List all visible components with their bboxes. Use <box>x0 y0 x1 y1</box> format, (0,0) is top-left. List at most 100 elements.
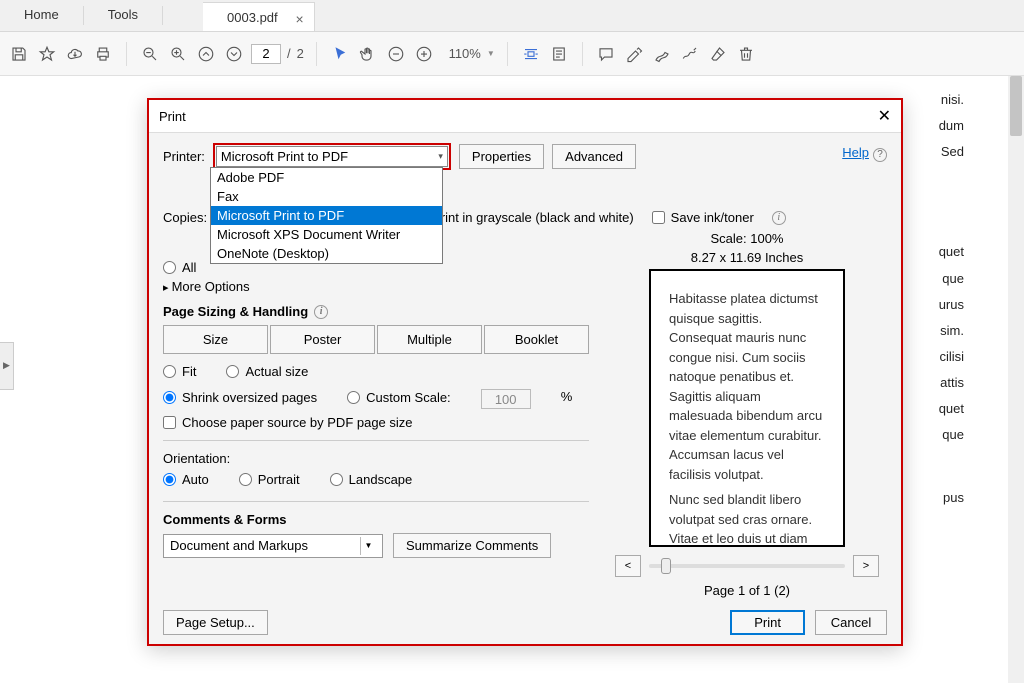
info-icon[interactable]: i <box>314 305 328 319</box>
fit-radio[interactable]: Fit <box>163 364 196 379</box>
chevron-down-icon: ▾ <box>438 151 443 162</box>
custom-scale-input[interactable] <box>481 389 531 409</box>
divider <box>163 501 589 502</box>
comment-icon[interactable] <box>595 43 617 65</box>
slider-thumb[interactable] <box>661 558 671 574</box>
page-up-icon[interactable] <box>195 43 217 65</box>
preview-slider[interactable] <box>649 564 845 568</box>
preview-page-thumbnail: Habitasse platea dictumst quisque sagitt… <box>649 269 845 547</box>
zoom-minus-icon[interactable] <box>385 43 407 65</box>
save-icon[interactable] <box>8 43 30 65</box>
scrollbar-thumb[interactable] <box>1010 76 1022 136</box>
zoom-out-icon[interactable] <box>139 43 161 65</box>
custom-label: Custom Scale: <box>366 390 451 405</box>
custom-scale-radio[interactable]: Custom Scale: <box>347 389 451 405</box>
zoom-plus-icon[interactable] <box>413 43 435 65</box>
tab-home[interactable]: Home <box>0 0 83 31</box>
printer-option[interactable]: Microsoft XPS Document Writer <box>211 225 442 244</box>
all-pages-label: All <box>182 260 196 275</box>
tab-tools[interactable]: Tools <box>84 0 162 31</box>
printer-option[interactable]: Adobe PDF <box>211 168 442 187</box>
preview-next-button[interactable]: > <box>853 555 879 577</box>
size-tab[interactable]: Size <box>163 325 268 354</box>
print-button[interactable]: Print <box>730 610 805 635</box>
orientation-landscape-radio[interactable]: Landscape <box>330 472 413 487</box>
printer-selected-value: Microsoft Print to PDF <box>221 149 348 164</box>
printer-dropdown-list: Adobe PDF Fax Microsoft Print to PDF Mic… <box>210 167 443 264</box>
percent-label: % <box>561 389 573 409</box>
advanced-button[interactable]: Advanced <box>552 144 636 169</box>
printer-select-highlight: Microsoft Print to PDF ▾ <box>213 143 451 170</box>
orientation-portrait-radio[interactable]: Portrait <box>239 472 300 487</box>
print-dialog: Print ✕ Printer: Microsoft Print to PDF … <box>147 98 903 646</box>
draw-icon[interactable] <box>651 43 673 65</box>
zoom-in-icon[interactable] <box>167 43 189 65</box>
preview-dimensions: 8.27 x 11.69 Inches <box>607 250 887 265</box>
dialog-close-button[interactable]: ✕ <box>878 106 891 126</box>
toolbar-separator <box>126 42 127 66</box>
save-ink-label: Save ink/toner <box>671 210 754 225</box>
grayscale-checkbox[interactable]: Print in grayscale (black and white) <box>413 210 634 225</box>
portrait-label: Portrait <box>258 472 300 487</box>
comments-combo[interactable]: Document and Markups ▼ <box>163 534 383 558</box>
page-down-icon[interactable] <box>223 43 245 65</box>
page-navigation: / 2 <box>195 43 304 65</box>
preview-scale: Scale: 100% <box>607 231 887 246</box>
poster-tab[interactable]: Poster <box>270 325 375 354</box>
printer-option[interactable]: OneNote (Desktop) <box>211 244 442 263</box>
shrink-radio[interactable]: Shrink oversized pages <box>163 389 317 405</box>
summarize-comments-button[interactable]: Summarize Comments <box>393 533 551 558</box>
preview-page-of: Page 1 of 1 (2) <box>607 583 887 598</box>
delete-icon[interactable] <box>735 43 757 65</box>
cancel-button[interactable]: Cancel <box>815 610 887 635</box>
orientation-auto-radio[interactable]: Auto <box>163 472 209 487</box>
tabs-bar: Home Tools 0003.pdf × <box>0 0 1024 32</box>
actual-size-radio[interactable]: Actual size <box>226 364 308 379</box>
vertical-scrollbar[interactable] <box>1008 76 1024 683</box>
cloud-icon[interactable] <box>64 43 86 65</box>
shrink-label: Shrink oversized pages <box>182 390 317 405</box>
multiple-tab[interactable]: Multiple <box>377 325 482 354</box>
info-icon[interactable]: i <box>772 211 786 225</box>
dialog-title: Print <box>159 109 186 124</box>
page-number-input[interactable] <box>251 44 281 64</box>
printer-select[interactable]: Microsoft Print to PDF ▾ <box>216 146 448 167</box>
tab-document[interactable]: 0003.pdf × <box>203 2 315 31</box>
page-separator: / <box>287 46 291 61</box>
pointer-icon[interactable] <box>329 43 351 65</box>
print-preview: Scale: 100% 8.27 x 11.69 Inches Habitass… <box>607 231 887 602</box>
sign-icon[interactable] <box>679 43 701 65</box>
copies-label: Copies: <box>163 210 207 225</box>
properties-button[interactable]: Properties <box>459 144 544 169</box>
paper-source-label: Choose paper source by PDF page size <box>182 415 413 430</box>
paper-source-checkbox[interactable]: Choose paper source by PDF page size <box>163 415 589 430</box>
chevron-down-icon: ▼ <box>360 537 376 555</box>
printer-label: Printer: <box>163 149 205 164</box>
sizing-button-group: Size Poster Multiple Booklet <box>163 325 589 354</box>
toolbar-separator <box>316 42 317 66</box>
help-link[interactable]: Help? <box>842 145 887 162</box>
print-icon[interactable] <box>92 43 114 65</box>
erase-icon[interactable] <box>707 43 729 65</box>
grayscale-label: Print in grayscale (black and white) <box>432 210 634 225</box>
star-icon[interactable] <box>36 43 58 65</box>
orientation-title: Orientation: <box>163 451 589 466</box>
sizing-section-title: Page Sizing & Handlingi <box>163 304 589 319</box>
page-setup-button[interactable]: Page Setup... <box>163 610 268 635</box>
more-options-toggle[interactable]: More Options <box>163 279 589 294</box>
preview-prev-button[interactable]: < <box>615 555 641 577</box>
fit-width-icon[interactable] <box>520 43 542 65</box>
toolbar-separator <box>507 42 508 66</box>
hand-icon[interactable] <box>357 43 379 65</box>
zoom-level: 110% <box>441 46 481 61</box>
page-view-icon[interactable] <box>548 43 570 65</box>
left-panel-toggle[interactable]: ▶ <box>0 342 14 390</box>
booklet-tab[interactable]: Booklet <box>484 325 589 354</box>
printer-option[interactable]: Fax <box>211 187 442 206</box>
close-tab-icon[interactable]: × <box>295 11 303 27</box>
highlight-icon[interactable] <box>623 43 645 65</box>
dialog-title-bar: Print ✕ <box>149 100 901 133</box>
zoom-dropdown-icon[interactable]: ▼ <box>487 49 495 58</box>
printer-option[interactable]: Microsoft Print to PDF <box>211 206 442 225</box>
save-ink-checkbox[interactable]: Save ink/toner <box>652 210 754 225</box>
